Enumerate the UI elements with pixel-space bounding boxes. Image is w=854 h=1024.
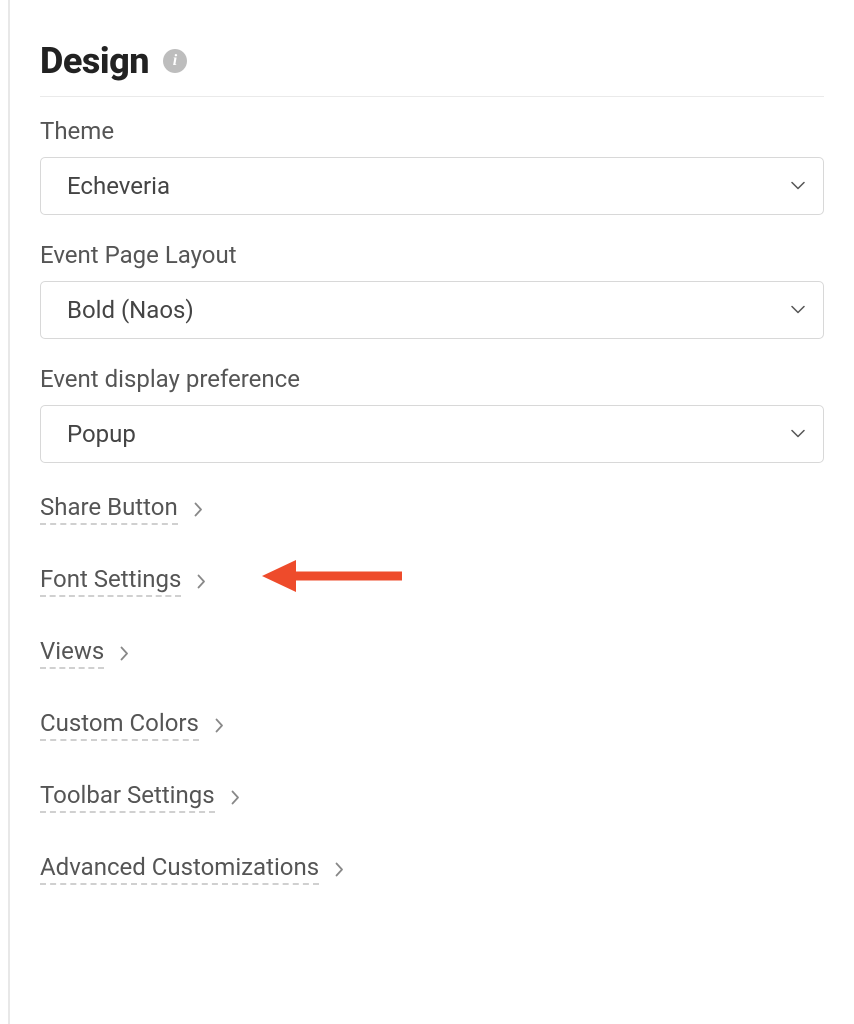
chevron-right-icon [194, 502, 203, 517]
collapsible-label: Advanced Customizations [40, 853, 319, 885]
collapsible-custom-colors[interactable]: Custom Colors [40, 709, 224, 741]
field-theme: Theme Echeveria [40, 117, 824, 215]
field-event-display-preference: Event display preference Popup [40, 365, 824, 463]
section-title: Design [40, 40, 149, 82]
field-label-theme: Theme [40, 117, 824, 145]
collapsible-font-settings[interactable]: Font Settings [40, 565, 206, 597]
collapsible-label: Views [40, 637, 104, 669]
field-label-event-page-layout: Event Page Layout [40, 241, 824, 269]
chevron-right-icon [335, 862, 344, 877]
design-settings-panel: Design i Theme Echeveria Event Page Layo… [0, 0, 854, 1024]
select-theme[interactable]: Echeveria [40, 157, 824, 215]
chevron-down-icon [791, 182, 805, 191]
field-label-event-display-preference: Event display preference [40, 365, 824, 393]
chevron-right-icon [215, 718, 224, 733]
collapsible-views[interactable]: Views [40, 637, 129, 669]
select-event-display-preference[interactable]: Popup [40, 405, 824, 463]
section-header: Design i [40, 40, 824, 97]
collapsible-label: Toolbar Settings [40, 781, 215, 813]
collapsible-toolbar-settings[interactable]: Toolbar Settings [40, 781, 240, 813]
collapsible-advanced-customizations[interactable]: Advanced Customizations [40, 853, 344, 885]
chevron-down-icon [791, 430, 805, 439]
collapsible-share-button[interactable]: Share Button [40, 493, 203, 525]
collapsible-label: Custom Colors [40, 709, 199, 741]
select-event-page-layout[interactable]: Bold (Naos) [40, 281, 824, 339]
select-event-display-preference-value: Popup [67, 420, 136, 448]
collapsible-label: Font Settings [40, 565, 181, 597]
field-event-page-layout: Event Page Layout Bold (Naos) [40, 241, 824, 339]
info-icon[interactable]: i [163, 49, 187, 73]
collapsible-label: Share Button [40, 493, 178, 525]
select-theme-value: Echeveria [67, 172, 170, 200]
chevron-right-icon [120, 646, 129, 661]
chevron-right-icon [197, 574, 206, 589]
panel-left-border [8, 0, 10, 1024]
chevron-down-icon [791, 306, 805, 315]
chevron-right-icon [231, 790, 240, 805]
select-event-page-layout-value: Bold (Naos) [67, 296, 194, 324]
collapsible-list: Share Button Font Settings Views Custom … [40, 493, 824, 885]
